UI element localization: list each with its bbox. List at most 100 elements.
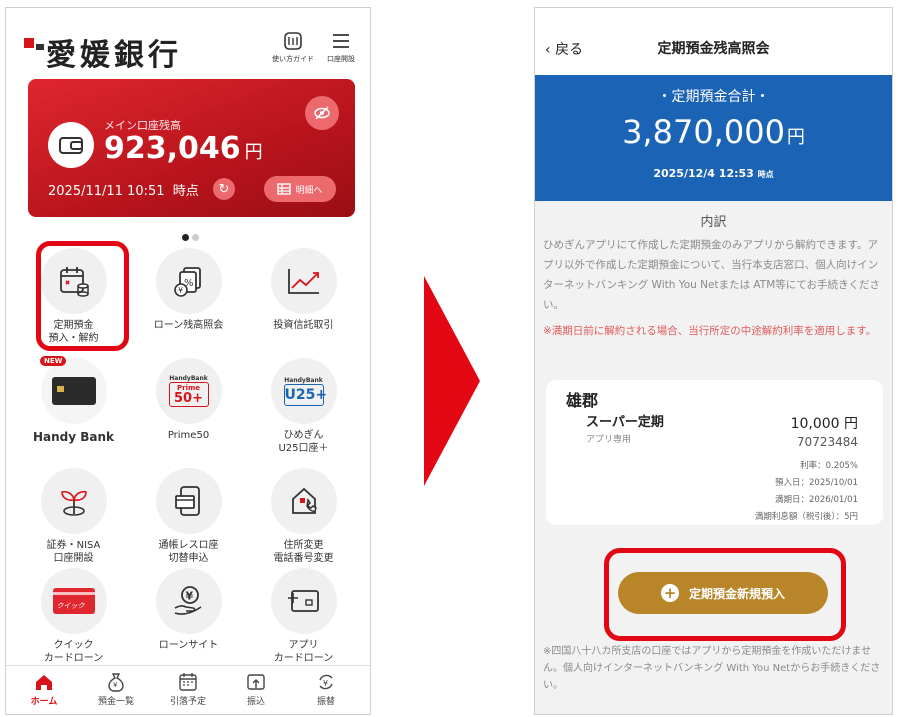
home-screen: 愛媛銀行 使い方ガイド 口座開設 メイン口座残高 923,046 円 2025/1… [5, 7, 371, 715]
passbook-icon [174, 486, 200, 516]
tile-label-text: アプリ カードローン [273, 640, 334, 664]
tab-deposit-list[interactable]: ¥ 預金一覧 [86, 672, 146, 707]
tile-investment-trust[interactable]: 投資信託取引 [246, 248, 361, 333]
total-amount: 3,870,000 円 [535, 113, 892, 151]
tile-quick-card-loan[interactable]: クイック クイック カードローン [16, 568, 131, 665]
tab-withdrawal-schedule[interactable]: 引落予定 [158, 672, 218, 707]
tile-icon-bg [270, 568, 337, 634]
tab-label: 振替 [316, 697, 335, 707]
logo-mark-small [36, 44, 44, 50]
tab-home[interactable]: ホーム [14, 672, 74, 707]
detail-button[interactable]: 明細へ [264, 176, 336, 202]
total-timestamp: 2025/12/4 12:53 時点 [535, 167, 892, 180]
deposit-date: 預入日：2025/10/01 [775, 478, 858, 488]
tile-label-text: 通帳レスロ座 切替申込 [158, 540, 219, 564]
interest-rate: 利率：0.205% [800, 461, 858, 471]
tile-label-text: ローンサイト [158, 640, 219, 651]
total-time-suffix: 時点 [757, 170, 774, 179]
tile-icon-bg [155, 468, 222, 534]
carousel-dot[interactable] [192, 234, 199, 241]
tile-label: 住所変更 電話番号変更 [246, 540, 361, 565]
refresh-button[interactable]: ↻ [213, 178, 235, 200]
tile-label: 通帳レスロ座 切替申込 [131, 540, 246, 565]
tile-icon-bg: クイック [40, 568, 107, 634]
book-icon [284, 32, 302, 50]
tile-label: 証券・NISA 口座開設 [16, 540, 131, 565]
tile-handy-bank[interactable]: NEW Handy Bank [16, 356, 131, 445]
tile-icon-bg: ¥ [155, 568, 222, 634]
balance-timestamp: 2025/11/11 10:51 時点 [48, 180, 199, 199]
tile-icon-bg [270, 468, 337, 534]
highlight-frame [604, 548, 846, 641]
exchange-icon: ¥ [319, 674, 333, 690]
sprout-icon [60, 490, 87, 516]
tile-label: Prime50 [131, 430, 246, 443]
detail-label: 明細へ [295, 185, 323, 196]
flow-arrow [424, 276, 480, 486]
svg-text:¥: ¥ [185, 590, 193, 603]
warning-note: ※満期日前に解約される場合、当行所定の中途解約利率を適用します。 [543, 325, 877, 337]
svg-text:¥: ¥ [178, 286, 183, 295]
deposit-amount: 10,000 円 [790, 416, 858, 432]
tab-label: ホーム [30, 697, 58, 707]
yen-hand-icon: ¥ [174, 586, 201, 615]
product-subtype: アプリ専用 [586, 435, 632, 445]
tile-address-change[interactable]: 住所変更 電話番号変更 [246, 468, 361, 565]
prime50-num: 50+ [174, 391, 203, 406]
handybank-card-icon [51, 377, 96, 405]
tab-label: 引落予定 [169, 697, 206, 707]
tile-prime50[interactable]: HandyBank Prime 50+ Prime50 [131, 358, 246, 443]
tab-exchange[interactable]: ¥ 振替 [296, 672, 356, 707]
house-phone-icon [291, 487, 317, 514]
bottom-tab-bar: ホーム ¥ 預金一覧 引落予定 振込 ¥ 振替 [6, 665, 370, 714]
yen-document-icon: %¥ [173, 267, 201, 297]
tab-transfer[interactable]: 振込 [226, 672, 286, 707]
app-card-icon [287, 590, 319, 612]
tile-loan-site[interactable]: ¥ ローンサイト [131, 568, 246, 653]
tile-icon-bg: HandyBank U25+ [270, 358, 337, 424]
total-value: 3,870,000 [622, 113, 785, 151]
u25-brand: HandyBank [284, 376, 323, 384]
app-header: 愛媛銀行 使い方ガイド 口座開設 [6, 8, 370, 80]
wallet-icon-circle [48, 122, 94, 168]
tile-app-card-loan[interactable]: アプリ カードローン [246, 568, 361, 665]
account-number: 70723484 [796, 435, 858, 449]
tile-securities-nisa[interactable]: 証券・NISA 口座開設 [16, 468, 131, 565]
menu-icon [333, 34, 349, 48]
tile-icon-bg [40, 468, 107, 534]
tile-label: ひめぎん U25口座＋ [246, 430, 361, 455]
time-deposit-balance-screen: ‹ 戻る 定期預金残高照会 ・定期預金合計・ 3,870,000 円 2025/1… [534, 7, 893, 715]
tile-label: 投資信託取引 [246, 320, 361, 333]
balance-currency: 円 [244, 142, 263, 163]
carousel-dot-active[interactable] [182, 234, 189, 241]
menu-button[interactable]: 口座開設 [316, 30, 366, 64]
total-label: ・定期預金合計・ [657, 89, 770, 105]
tile-loan-balance[interactable]: % ¥ ローン残高照会 [131, 248, 246, 333]
transfer-icon [247, 674, 265, 690]
tile-u25[interactable]: HandyBank U25+ ひめぎん U25口座＋ [246, 358, 361, 455]
hide-balance-button[interactable] [305, 96, 339, 130]
eye-off-icon [314, 106, 330, 120]
tile-label-text: クイック カードローン [43, 640, 104, 664]
tile-label: ローン残高照会 [131, 320, 246, 333]
balance-time-suffix: 時点 [172, 184, 199, 199]
tile-passbookless[interactable]: 通帳レスロ座 切替申込 [131, 468, 246, 565]
new-badge: NEW [40, 356, 67, 366]
branch-name: 雄郡 [566, 391, 599, 410]
tile-icon-bg [40, 358, 107, 424]
tile-label-text: 投資信託取引 [273, 320, 334, 331]
tile-label: アプリ カードローン [246, 640, 361, 665]
tile-label: ローンサイト [131, 640, 246, 653]
tile-label-text: 住所変更 電話番号変更 [273, 540, 334, 564]
tile-label-text: ひめぎん U25口座＋ [278, 430, 329, 454]
tile-icon-bg: HandyBank Prime 50+ [155, 358, 222, 424]
deposit-card[interactable]: 雄郡 スーパー定期 10,000 円 アプリ専用 70723484 利率：0.2… [546, 380, 883, 525]
total-banner: ・定期預金合計・ 3,870,000 円 2025/12/4 12:53 時点 [535, 75, 892, 201]
tile-icon-bg [270, 248, 337, 314]
home-icon [36, 675, 52, 690]
tile-label-text: Prime50 [167, 430, 210, 441]
tile-label: クイック カードローン [16, 640, 131, 665]
guide-button[interactable]: 使い方ガイド [268, 30, 318, 64]
list-icon [277, 183, 292, 195]
page-title: 定期預金残高照会 [657, 41, 770, 57]
